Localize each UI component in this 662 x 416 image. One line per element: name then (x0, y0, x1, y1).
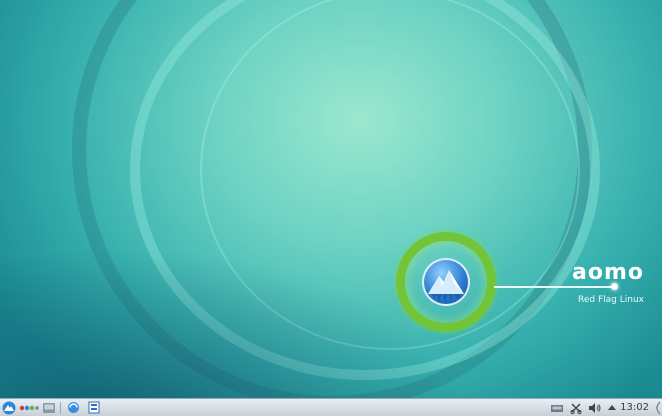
show-desktop-icon[interactable] (653, 401, 661, 415)
taskbar-separator (60, 401, 61, 414)
file-manager-icon[interactable] (88, 401, 100, 415)
clipboard-scissors-icon[interactable] (570, 401, 582, 415)
desktop-preview-icon[interactable] (42, 401, 56, 415)
brand-name: aomo (572, 260, 644, 285)
tray-expand-arrow-icon[interactable] (608, 401, 617, 415)
brand-logo (396, 232, 496, 332)
clock[interactable]: 13:02 (620, 402, 649, 413)
mountain-globe-icon (422, 258, 470, 306)
wallpaper-ring-middle (130, 0, 600, 380)
pager-icon[interactable] (19, 401, 39, 415)
taskbar: 13:02 (0, 398, 662, 416)
start-menu-icon[interactable] (2, 401, 16, 415)
system-tray: 13:02 (547, 401, 662, 415)
wallpaper-ring-inner (200, 0, 580, 350)
brand-connector-line (494, 286, 616, 288)
browser-icon[interactable] (67, 401, 80, 415)
brand-subtitle: Red Flag Linux (578, 295, 644, 305)
network-icon[interactable] (550, 401, 564, 415)
desktop-wallpaper: aomo Red Flag Linux (0, 0, 662, 398)
wallpaper-ring-outer (72, 0, 592, 398)
volume-icon[interactable] (588, 401, 602, 415)
